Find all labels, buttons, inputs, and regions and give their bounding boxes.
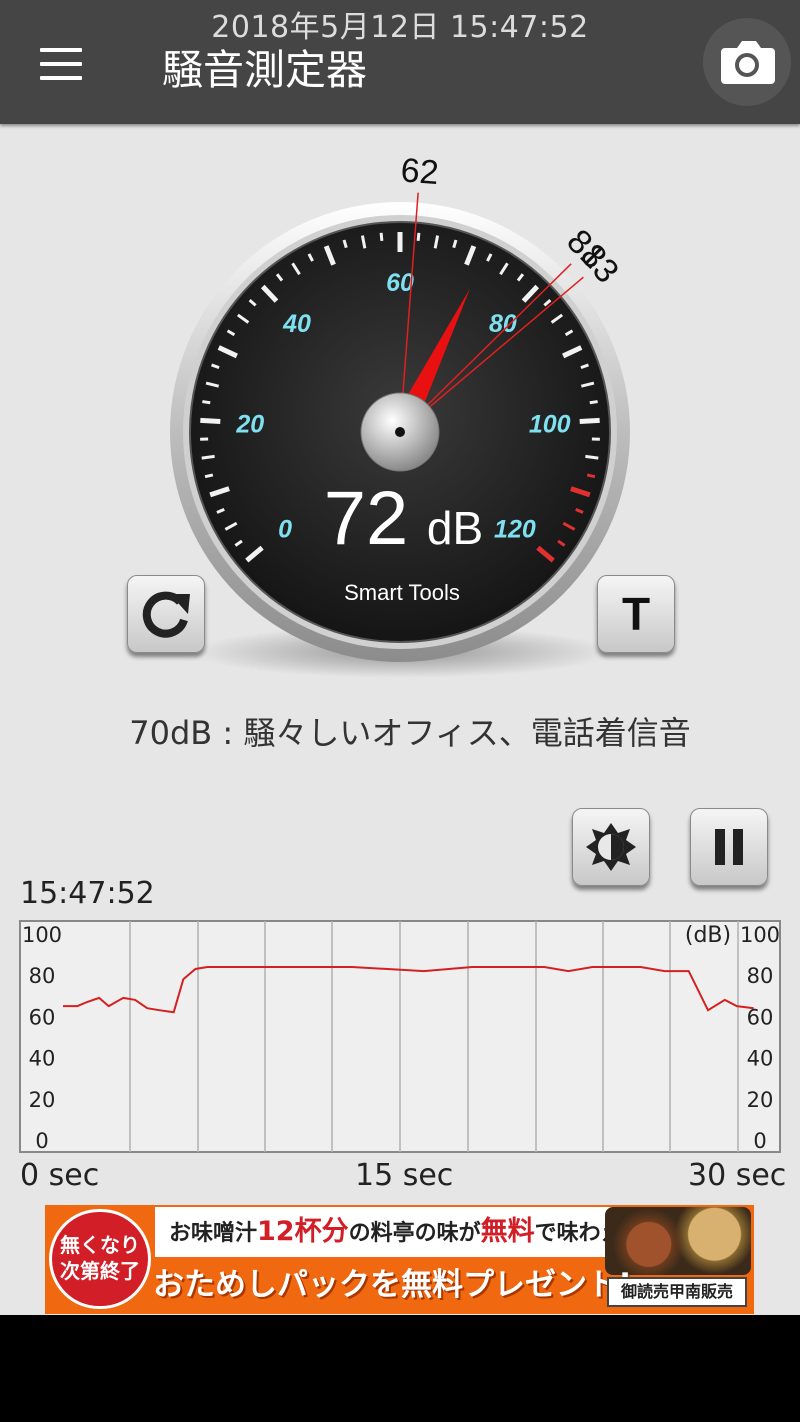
gauge-tick xyxy=(585,454,599,460)
y-label-left: 20 xyxy=(29,1088,56,1112)
app-title: 騒音測定器 xyxy=(162,46,367,94)
ad-sponsor: 御読売甲南販売 xyxy=(607,1277,747,1307)
gauge-tick xyxy=(586,473,596,479)
decibel-history-chart: 100 80 60 40 20 0 100 80 60 40 20 0 (dB) xyxy=(19,920,781,1153)
y-label-right: 80 xyxy=(747,964,774,988)
gauge-tick xyxy=(202,400,211,405)
ad-badge: 無くなり次第終了 xyxy=(49,1209,151,1309)
gauge-tick xyxy=(204,473,214,479)
advertisement-banner[interactable]: 無くなり次第終了 お味噌汁12杯分の料亭の味が無料で味わえる！ おためしパックを… xyxy=(45,1205,754,1314)
refresh-icon xyxy=(142,591,190,638)
gauge-tick xyxy=(589,400,598,405)
gauge-tick xyxy=(379,232,384,241)
gauge-scale-label: 20 xyxy=(235,410,264,438)
camera-button[interactable] xyxy=(703,18,791,106)
app-toolbar: 2018年5月12日 15:47:52 騒音測定器 xyxy=(0,0,800,124)
y-label-right: 0 xyxy=(753,1129,766,1153)
hamburger-menu-icon[interactable] xyxy=(38,44,86,84)
x-label-end: 30 sec xyxy=(688,1158,787,1193)
y-label-right: 60 xyxy=(747,1005,774,1029)
gauge-tick xyxy=(416,232,421,241)
ad-headline: お味噌汁12杯分の料亭の味が無料で味わえる！ xyxy=(155,1207,675,1257)
t-button-label: T xyxy=(622,588,650,640)
brightness-icon xyxy=(586,823,636,871)
gauge-scale-label: 100 xyxy=(529,410,571,438)
y-label-left: 80 xyxy=(29,964,56,988)
y-label-left: 100 xyxy=(22,923,62,947)
pause-button[interactable] xyxy=(690,808,768,886)
gauge-tick xyxy=(579,417,600,425)
sound-level-gauge: 020406080100120 628183 72 dB Smart Tools xyxy=(170,151,630,678)
y-label-right: 20 xyxy=(747,1088,774,1112)
gauge-scale-label: 0 xyxy=(278,515,292,543)
y-label-left: 40 xyxy=(29,1047,56,1071)
app-screen: 2018年5月12日 15:47:52 騒音測定器 0 20 40 60 80 … xyxy=(0,0,800,1315)
x-label-mid: 15 sec xyxy=(355,1158,454,1193)
y-label-right: 40 xyxy=(747,1047,774,1071)
ad-tagline: おためしパックを無料プレゼント! xyxy=(153,1267,633,1303)
y-label-left: 60 xyxy=(29,1005,56,1029)
reading-unit: dB xyxy=(427,502,483,554)
y-label-right: 100 xyxy=(740,923,780,947)
chart-unit-label: (dB) xyxy=(685,923,731,948)
pause-icon xyxy=(715,829,743,865)
graph-timestamp: 15:47:52 xyxy=(20,876,155,911)
gauge-scale-label: 80 xyxy=(489,310,517,338)
y-label-left: 0 xyxy=(35,1129,48,1153)
t-button[interactable]: T xyxy=(597,575,675,653)
status-datetime: 2018年5月12日 15:47:52 xyxy=(211,10,589,45)
brand-label: Smart Tools xyxy=(344,580,460,605)
gauge-tick xyxy=(200,417,221,425)
gauge-scale-label: 120 xyxy=(494,515,536,543)
camera-icon xyxy=(721,41,775,84)
noise-level-description: 70dB : 騒々しいオフィス、電話着信音 xyxy=(129,714,691,752)
gauge-scale-label: 40 xyxy=(282,310,311,338)
peak-marker-label: 62 xyxy=(399,151,440,192)
reset-button[interactable] xyxy=(127,575,205,653)
brightness-button[interactable] xyxy=(572,808,650,886)
gauge-tick xyxy=(201,454,215,460)
x-label-start: 0 sec xyxy=(20,1158,100,1193)
reading-value: 72 xyxy=(324,476,409,561)
